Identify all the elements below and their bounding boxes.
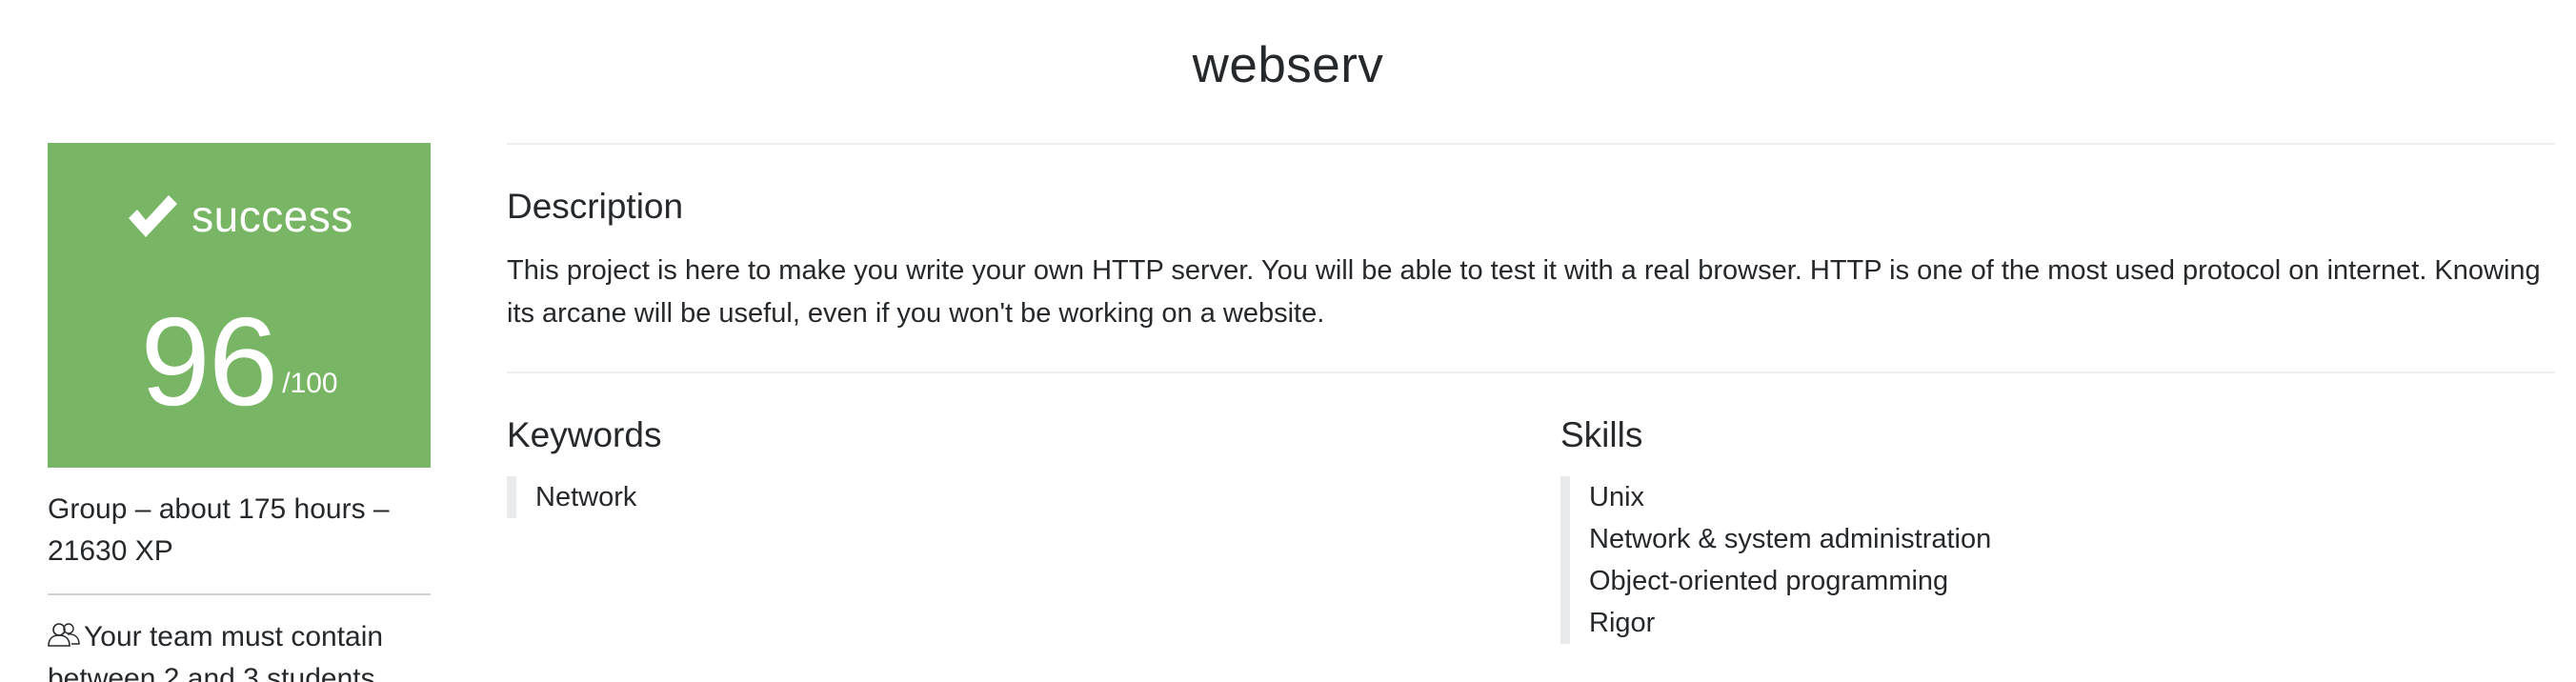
project-meta: Group – about 175 hours – 21630 XP — [48, 489, 431, 572]
score-row: 96 /100 — [48, 295, 431, 429]
score-value: 96 — [140, 291, 278, 431]
keywords-heading: Keywords — [507, 415, 662, 454]
skills-heading: Skills — [1560, 415, 1643, 454]
skill-item: Network & system administration — [1589, 524, 1992, 554]
team-text-line: between 2 and 3 students — [48, 663, 375, 682]
project-meta-line: Group – about 175 hours – — [48, 493, 390, 525]
skills-list: Unix Network & system administration Obj… — [1560, 476, 1991, 644]
project-page: webserv success 96 /100 Group – about 17… — [0, 0, 2576, 682]
keyword-item: Network — [535, 482, 637, 512]
divider — [507, 371, 2555, 373]
project-xp: 21630 XP — [48, 535, 173, 567]
score-card: success 96 /100 — [48, 143, 431, 468]
skill-item: Unix — [1589, 482, 1645, 512]
score-max: /100 — [282, 368, 338, 399]
team-text-line: Your team must contain — [84, 621, 384, 652]
description-heading: Description — [507, 187, 684, 226]
status-label: success — [191, 191, 353, 241]
page-title: webserv — [1192, 37, 1384, 93]
status-row: success — [48, 191, 431, 242]
project-sidebar: success 96 /100 Group – about 175 hours … — [48, 143, 431, 682]
description-text: This project is here to make you write y… — [507, 255, 2541, 329]
divider — [48, 593, 431, 595]
team-info: Your team must contain between 2 and 3 s… — [48, 616, 431, 682]
keywords-list: Network — [507, 476, 636, 518]
skill-item: Object-oriented programming — [1589, 566, 1949, 596]
skill-item: Rigor — [1589, 608, 1656, 638]
users-icon — [48, 623, 80, 647]
divider — [507, 143, 2555, 145]
check-icon — [129, 195, 178, 237]
